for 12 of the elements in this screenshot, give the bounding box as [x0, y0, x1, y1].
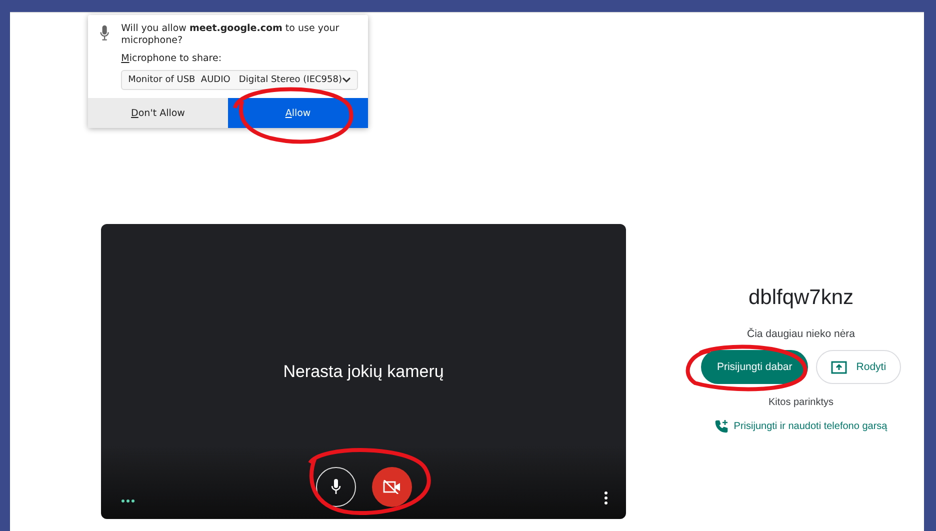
present-button[interactable]: Rodyti: [816, 350, 902, 384]
no-camera-message: Nerasta jokių kamerų: [283, 362, 444, 382]
deny-button[interactable]: Don't Allow: [88, 98, 228, 128]
allow-button[interactable]: Allow: [228, 98, 368, 128]
meeting-status: Čia daugiau nieko nėra: [747, 328, 855, 340]
other-options-label: Kitos parinktys: [768, 397, 834, 408]
join-button[interactable]: Prisijungti dabar: [700, 350, 808, 384]
device-select[interactable]: Monitor of USB AUDIO Digital Stereo (IEC958): [121, 70, 358, 90]
permission-question: Will you allow meet.google.com to use your microphone?: [121, 23, 340, 47]
meeting-code: dblfqw7knz: [748, 286, 854, 310]
device-label: Microphone to share:: [121, 53, 223, 64]
phone-audio-link[interactable]: Prisijungti ir naudoti telefono garsą: [714, 420, 888, 433]
